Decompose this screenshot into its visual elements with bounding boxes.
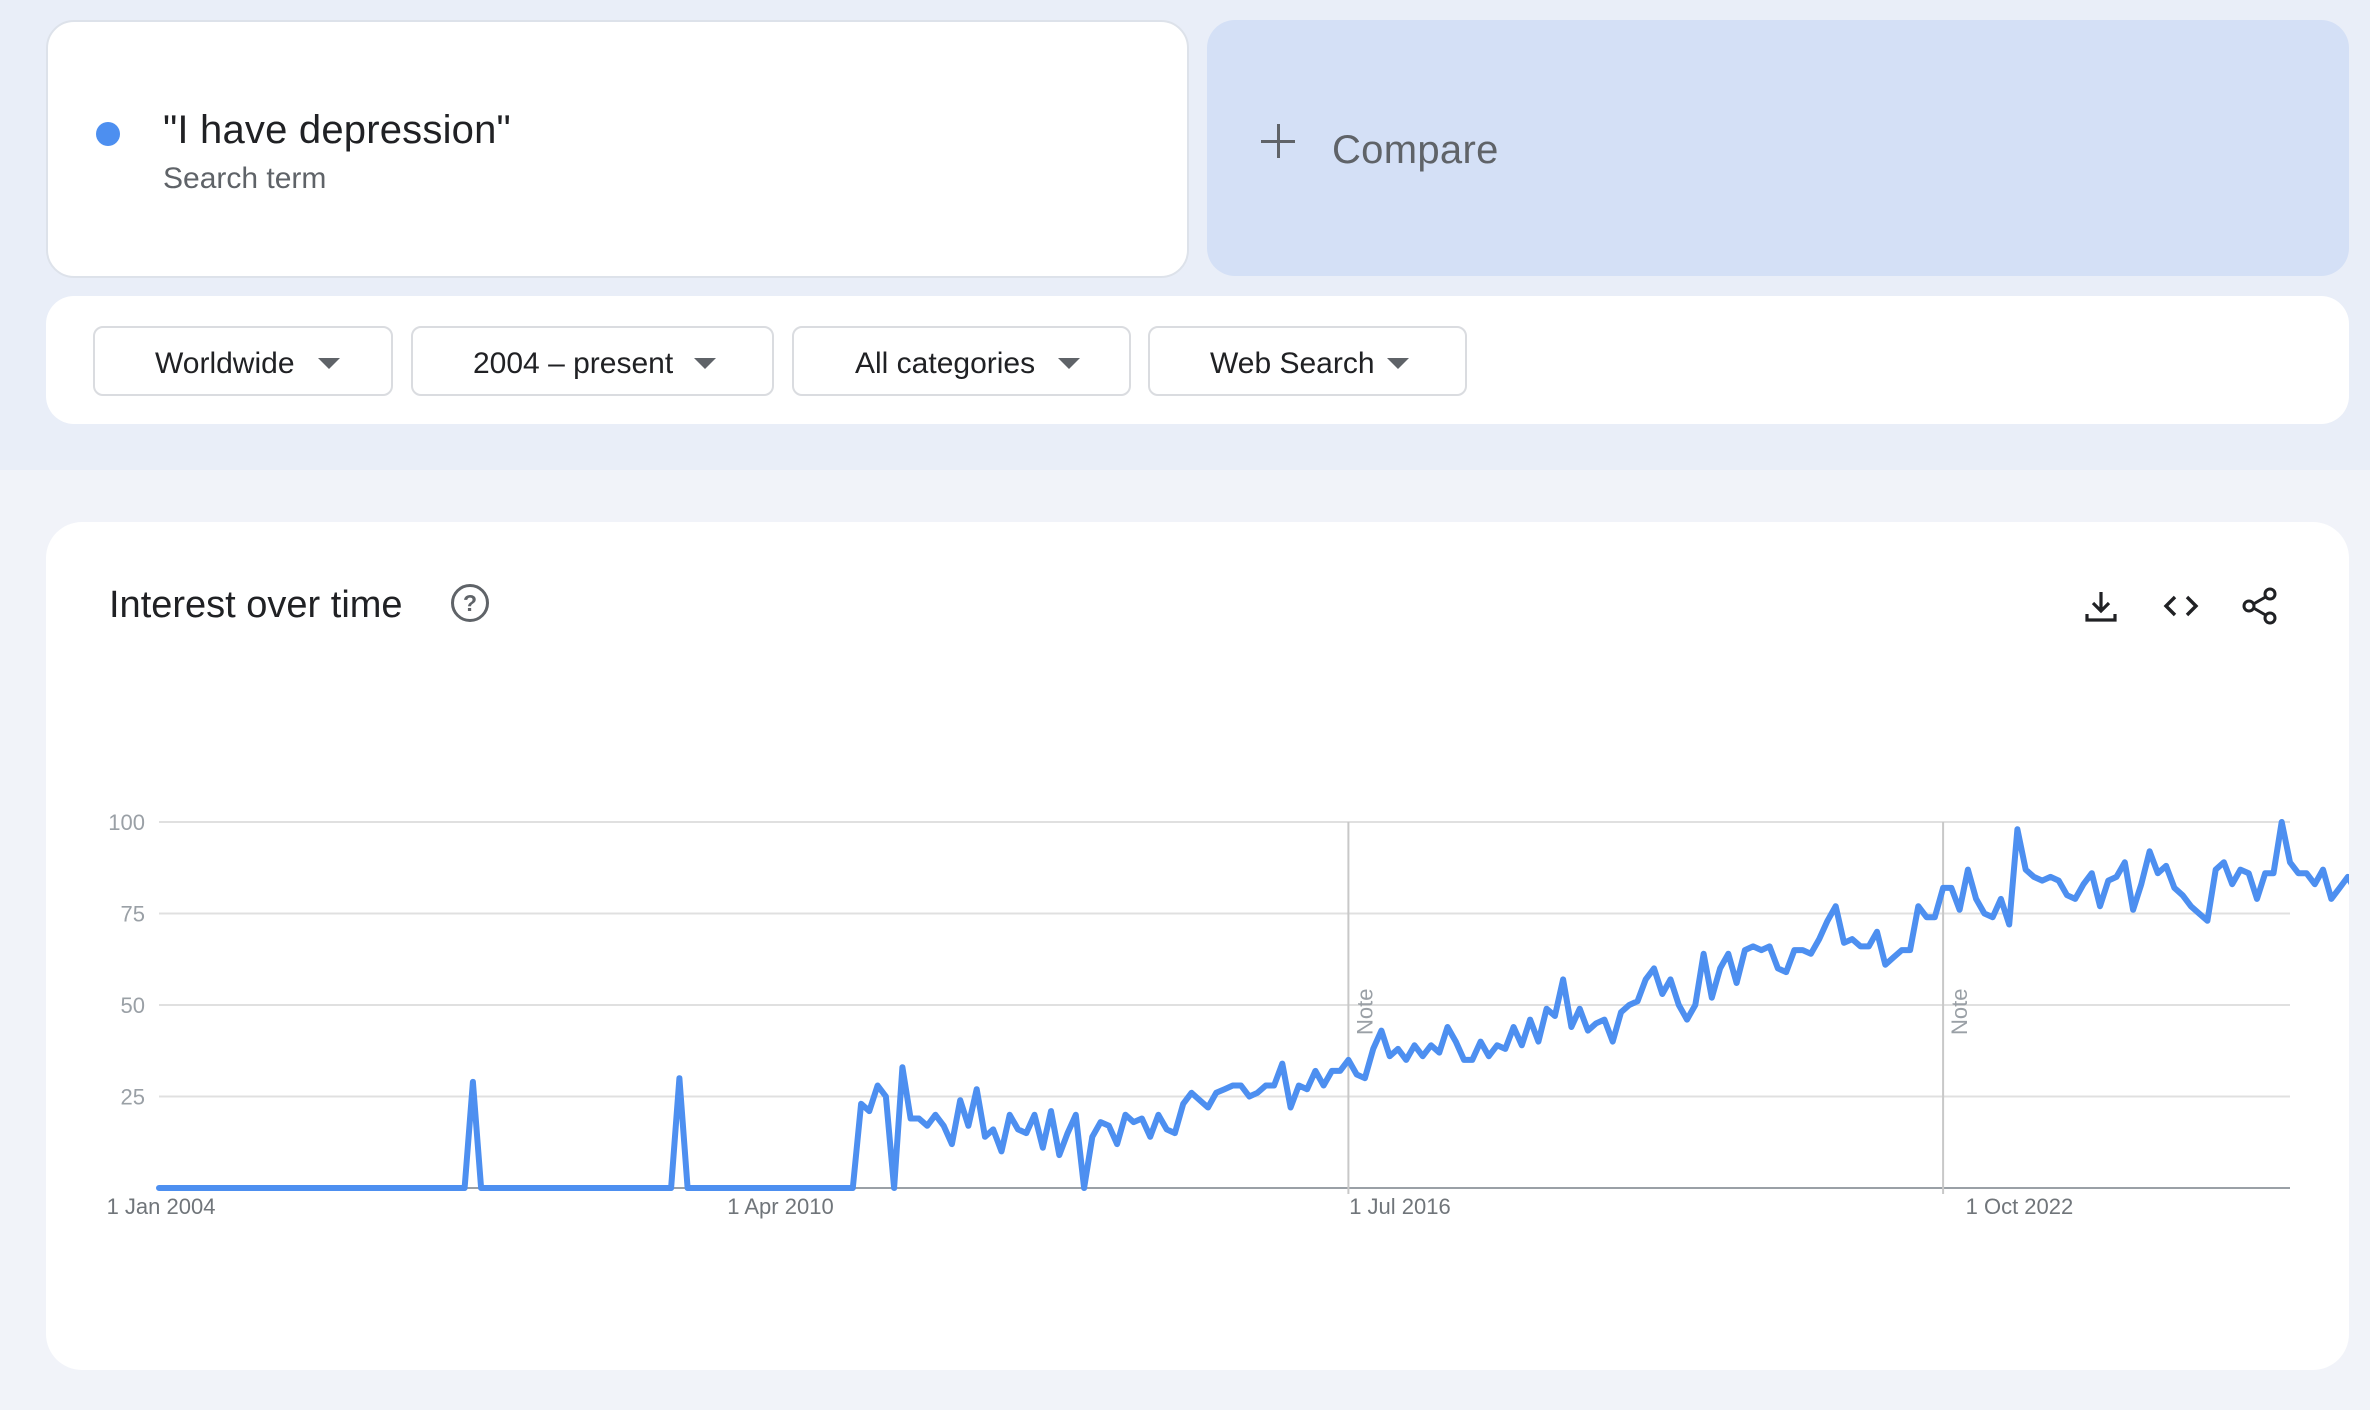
caret-down-icon (694, 358, 716, 369)
note-label: Note (1947, 989, 1972, 1035)
compare-label: Compare (1332, 128, 1499, 172)
time-range-filter[interactable]: 2004 – present (411, 326, 774, 396)
plus-icon (1261, 124, 1295, 158)
search-term-title[interactable]: "I have depression" (163, 108, 511, 153)
category-filter[interactable]: All categories (792, 326, 1131, 396)
x-tick-label: 1 Apr 2010 (727, 1194, 833, 1219)
search-type-filter-label: Web Search (1210, 347, 1375, 380)
filter-bar: Worldwide 2004 – present All categories … (46, 296, 2349, 424)
search-term-subtitle: Search term (163, 162, 327, 195)
y-tick-label: 25 (121, 1085, 145, 1110)
x-tick-label: 1 Jul 2016 (1349, 1194, 1451, 1219)
interest-line-chart[interactable]: 25 50 75 100 Note Note 1 Jan 2004 1 Apr 2010 1 J… (46, 522, 2349, 1370)
time-range-filter-label: 2004 – present (473, 347, 674, 380)
region-filter-label: Worldwide (155, 347, 295, 380)
note-label: Note (1352, 989, 1377, 1035)
interest-over-time-card: Interest over time ? 25 50 75 100 Note Note 1 … (46, 522, 2349, 1370)
y-tick-label: 50 (121, 993, 145, 1018)
search-term-card[interactable]: "I have depression" Search term (46, 20, 1189, 278)
series-color-dot (96, 122, 120, 146)
x-tick-label: 1 Jan 2004 (107, 1194, 216, 1219)
x-tick-label: 1 Oct 2022 (1966, 1194, 2074, 1219)
search-type-filter[interactable]: Web Search (1148, 326, 1467, 396)
region-filter[interactable]: Worldwide (93, 326, 393, 396)
caret-down-icon (318, 358, 340, 369)
category-filter-label: All categories (855, 347, 1036, 380)
y-tick-label: 100 (108, 810, 145, 835)
caret-down-icon (1058, 358, 1080, 369)
y-tick-label: 75 (121, 902, 145, 927)
caret-down-icon (1387, 358, 1409, 369)
compare-button[interactable]: Compare (1207, 20, 2349, 276)
